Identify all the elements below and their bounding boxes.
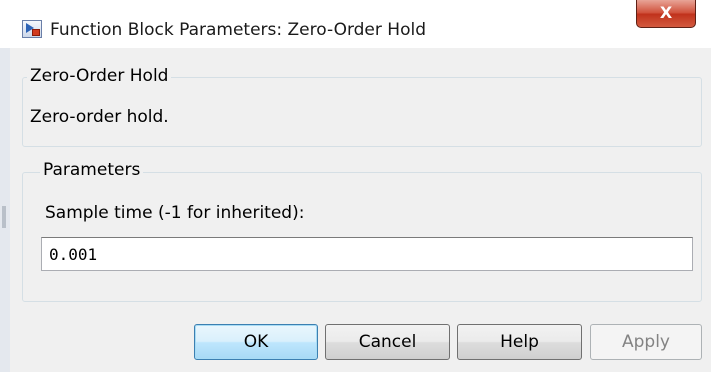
function-block-parameters-dialog: Function Block Parameters: Zero-Order Ho… [0, 0, 711, 372]
close-button[interactable]: X [636, 0, 696, 28]
sample-time-label: Sample time (-1 for inherited): [45, 203, 305, 223]
apply-button: Apply [590, 324, 702, 360]
ok-button[interactable]: OK [194, 324, 318, 360]
sample-time-input[interactable] [41, 237, 693, 271]
title-bar[interactable]: Function Block Parameters: Zero-Order Ho… [0, 0, 711, 48]
left-edge-strip [0, 48, 10, 372]
window-title: Function Block Parameters: Zero-Order Ho… [50, 20, 426, 40]
simulink-block-icon [22, 20, 42, 38]
close-icon: X [659, 3, 673, 22]
edge-mark [2, 206, 6, 228]
block-name-legend: Zero-Order Hold [27, 65, 172, 87]
help-button[interactable]: Help [457, 324, 582, 360]
block-description-text: Zero-order hold. [30, 107, 169, 127]
cancel-button[interactable]: Cancel [325, 324, 450, 360]
parameters-legend: Parameters [40, 159, 144, 181]
red-block-shape [32, 29, 40, 36]
